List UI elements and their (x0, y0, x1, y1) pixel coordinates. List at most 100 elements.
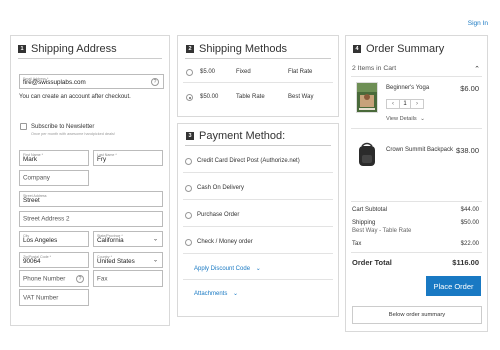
divider (183, 199, 333, 200)
chevron-up-icon[interactable]: ⌃ (474, 65, 480, 73)
shipping-address-title: 1 Shipping Address (18, 43, 117, 55)
item-price: $6.00 (460, 84, 479, 93)
city-field[interactable]: City Los Angeles (19, 231, 89, 247)
place-order-button[interactable]: Place Order (426, 276, 481, 296)
order-summary-title: 4 Order Summary (353, 43, 444, 55)
payment-radio-po[interactable] (185, 212, 192, 219)
create-account-note: You can create an account after checkout… (19, 94, 131, 100)
first-name-field[interactable]: First Name * Mark (19, 150, 89, 166)
sign-in-link[interactable]: Sign In (468, 20, 488, 27)
step-number: 2 (186, 45, 194, 53)
phone-field[interactable]: Phone Number ? (19, 270, 89, 287)
shipping-address-heading: Shipping Address (31, 43, 117, 55)
apply-discount-link[interactable]: Apply Discount Code ⌄ (194, 265, 261, 272)
fax-placeholder: Fax (97, 275, 108, 282)
country-select[interactable]: Country * United States ⌄ (93, 252, 163, 268)
method-carrier: Flat Rate (288, 69, 313, 75)
shipping-methods-title: 2 Shipping Methods (186, 43, 287, 55)
email-value: fire@swissuplabs.com (23, 79, 86, 86)
first-name-value: Mark (23, 156, 37, 163)
tax-label: Tax (352, 241, 362, 247)
chevron-right-icon[interactable]: › (411, 100, 423, 108)
divider (351, 252, 482, 253)
street-field[interactable]: Street Address Street (19, 191, 163, 207)
divider (183, 82, 333, 83)
quantity-value[interactable]: 1 (399, 100, 411, 108)
shipping-method-radio-table[interactable] (186, 94, 193, 101)
payment-option-label: Credit Card Direct Post (Authorize.net) (197, 158, 300, 164)
shipping-address-panel: 1 Shipping Address Email Address * fire@… (10, 35, 170, 326)
company-field[interactable]: Company (19, 170, 89, 186)
street-2-field[interactable]: Street Address 2 (19, 211, 163, 227)
chevron-down-icon: ⌄ (233, 291, 239, 297)
order-summary-heading: Order Summary (366, 43, 445, 55)
method-carrier: Best Way (288, 94, 314, 100)
step-number: 1 (18, 45, 26, 53)
attachments-label: Attachments (194, 291, 228, 297)
payment-radio-authorize[interactable] (185, 158, 192, 165)
attachments-link[interactable]: Attachments ⌄ (194, 290, 238, 297)
company-placeholder: Company (23, 174, 50, 182)
email-field[interactable]: Email Address * fire@swissuplabs.com ? (19, 74, 164, 89)
method-name: Fixed (236, 69, 251, 75)
items-in-cart-toggle[interactable]: 2 Items in Cart (352, 65, 396, 72)
state-value: California (97, 237, 124, 244)
divider (351, 201, 482, 202)
view-details-toggle[interactable]: View Details ⌄ (386, 116, 425, 122)
apply-discount-label: Apply Discount Code (194, 266, 251, 272)
shipping-method-radio-flat[interactable] (186, 69, 193, 76)
subtotal-value: $44.00 (460, 207, 479, 213)
step-number: 4 (353, 45, 361, 53)
below-order-summary: Below order summary (352, 306, 482, 324)
shipping-methods-panel: 2 Shipping Methods $5.00 Fixed Flat Rate… (177, 35, 339, 117)
quantity-stepper[interactable]: ‹ 1 › (386, 99, 424, 109)
shipping-label: Shipping (352, 220, 376, 226)
view-details-label: View Details (386, 116, 417, 122)
chevron-left-icon[interactable]: ‹ (387, 100, 399, 108)
title-divider (185, 58, 331, 59)
payment-radio-check[interactable] (185, 239, 192, 246)
zip-field[interactable]: Zip/Postal Code * 90064 (19, 252, 89, 268)
chevron-down-icon: ⌄ (420, 116, 425, 122)
divider (183, 279, 333, 280)
country-value: United States (97, 258, 135, 265)
newsletter-checkbox[interactable] (20, 123, 27, 130)
yoga-dvd-image (357, 83, 377, 112)
payment-radio-cod[interactable] (185, 185, 192, 192)
product-thumbnail (356, 141, 378, 169)
payment-method-panel: 3 Payment Method: Credit Card Direct Pos… (177, 123, 339, 317)
vat-field[interactable]: VAT Number (19, 289, 89, 306)
street-2-placeholder: Street Address 2 (23, 215, 70, 223)
divider (351, 76, 482, 77)
item-name: Crown Summit Backpack (386, 147, 454, 153)
step-number: 3 (186, 132, 194, 140)
chevron-down-icon: ⌄ (255, 266, 261, 272)
shipping-methods-heading: Shipping Methods (199, 43, 288, 55)
city-value: Los Angeles (23, 237, 58, 244)
divider (351, 128, 482, 129)
payment-method-heading: Payment Method: (199, 130, 286, 142)
vat-placeholder: VAT Number (23, 294, 59, 301)
fax-field[interactable]: Fax (93, 270, 163, 287)
help-icon[interactable]: ? (76, 274, 84, 283)
order-total-value: $116.00 (452, 258, 479, 267)
method-price: $50.00 (200, 94, 219, 100)
chevron-down-icon: ⌄ (152, 257, 158, 264)
divider (183, 172, 333, 173)
chevron-down-icon: ⌄ (152, 236, 158, 243)
phone-placeholder: Phone Number (23, 275, 66, 282)
title-divider (185, 145, 331, 146)
help-icon[interactable]: ? (151, 77, 159, 86)
last-name-field[interactable]: Last Name * Fry (93, 150, 163, 166)
last-name-value: Fry (97, 156, 107, 163)
shipping-method-note: Best Way - Table Rate (352, 228, 412, 234)
title-divider (18, 58, 162, 59)
backpack-image (359, 142, 375, 166)
state-select[interactable]: State/Province * California ⌄ (93, 231, 163, 247)
newsletter-note: Once per month with awesome handpicked d… (31, 132, 116, 136)
order-summary-panel: 4 Order Summary 2 Items in Cart ⌃ Beginn… (345, 35, 488, 332)
item-name: Beginner's Yoga (386, 85, 430, 91)
shipping-value: $50.00 (460, 220, 479, 226)
zip-value: 90064 (23, 258, 41, 265)
item-price: $38.00 (456, 146, 479, 155)
